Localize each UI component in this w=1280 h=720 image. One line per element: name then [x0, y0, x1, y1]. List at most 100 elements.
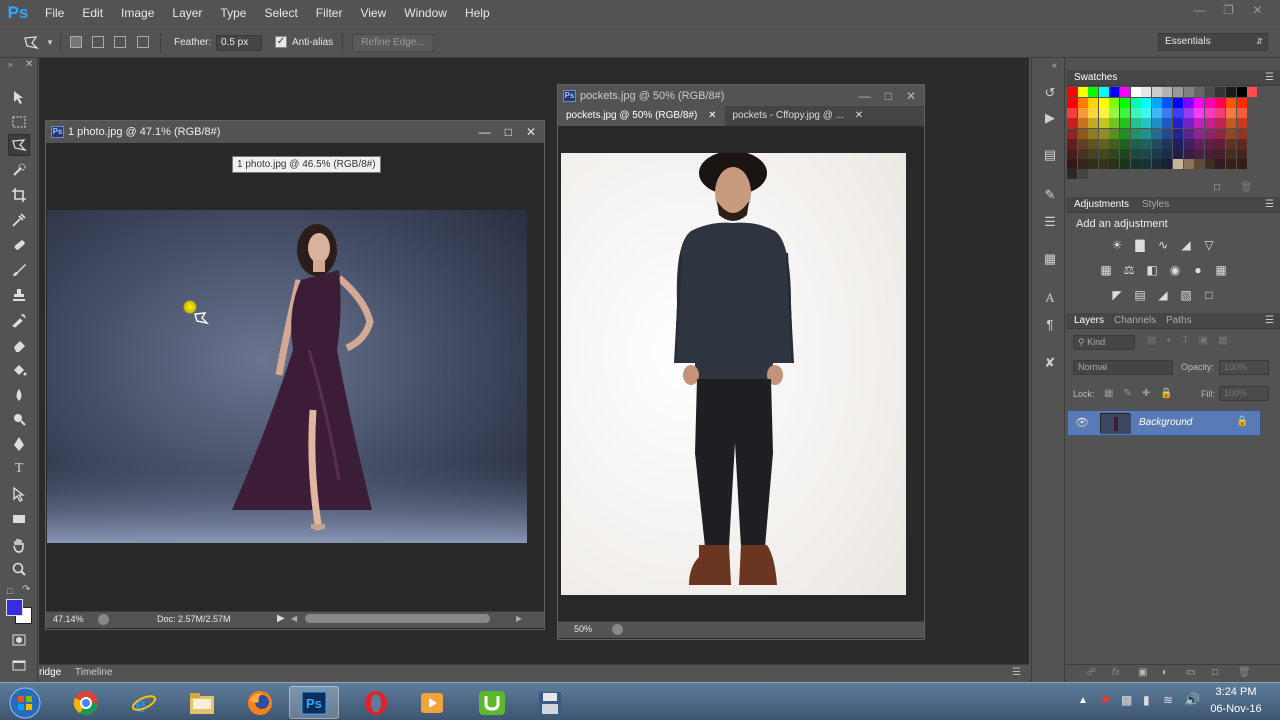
rectangle-tool-icon[interactable]: [8, 508, 30, 530]
color-swatch[interactable]: [1226, 108, 1236, 119]
tray-device-icon[interactable]: ▩: [1121, 693, 1132, 707]
color-swatch[interactable]: [1204, 128, 1215, 139]
color-swatch[interactable]: [1141, 87, 1152, 97]
menu-filter[interactable]: Filter: [307, 0, 352, 26]
color-swatch[interactable]: [1204, 159, 1215, 169]
color-swatch[interactable]: [1130, 98, 1141, 108]
clock-time[interactable]: 3:24 PM: [1204, 686, 1268, 698]
hue-saturation-icon[interactable]: ▦: [1099, 263, 1113, 277]
delete-layer-icon[interactable]: 🗑: [1238, 667, 1251, 678]
panel-menu-icon[interactable]: ☰: [1265, 315, 1274, 326]
color-swatch[interactable]: [1088, 98, 1099, 108]
history-icon[interactable]: ↺: [1041, 84, 1059, 102]
color-swatch[interactable]: [1109, 87, 1120, 97]
tools-crossed-icon[interactable]: ✘: [1041, 354, 1059, 372]
color-swatch[interactable]: [1141, 128, 1152, 139]
color-swatch[interactable]: [1215, 128, 1226, 139]
menu-select[interactable]: Select: [255, 0, 306, 26]
menu-edit[interactable]: Edit: [73, 0, 112, 26]
document-titlebar[interactable]: Ps 1 photo.jpg @ 47.1% (RGB/8#) — □ ✕: [46, 121, 544, 143]
pen-tool-icon[interactable]: [8, 433, 30, 455]
layer-filter-kind[interactable]: ⚲ Kind: [1073, 335, 1135, 350]
zoom-level[interactable]: 47.14%: [53, 614, 84, 624]
color-swatch[interactable]: [1215, 108, 1226, 119]
new-layer-icon[interactable]: □: [1212, 667, 1218, 678]
panel-menu-icon[interactable]: ☰: [1012, 667, 1021, 678]
color-swatch[interactable]: [1236, 128, 1247, 139]
color-swatch[interactable]: [1120, 98, 1130, 108]
color-swatch[interactable]: [1098, 108, 1109, 119]
color-swatch[interactable]: [1151, 87, 1162, 97]
antialias-checkbox[interactable]: ✓: [275, 36, 287, 48]
color-swatch[interactable]: [1109, 118, 1120, 129]
canvas-image-man-sweater[interactable]: [561, 153, 906, 595]
blur-tool-icon[interactable]: [8, 384, 30, 406]
tab-timeline[interactable]: Timeline: [75, 667, 112, 678]
collapse-icon[interactable]: »: [8, 60, 12, 69]
threshold-icon[interactable]: ◢: [1156, 288, 1170, 302]
swap-colors-icon[interactable]: ↷: [22, 584, 30, 595]
eraser-tool-icon[interactable]: [8, 334, 30, 356]
subtract-selection-icon[interactable]: [114, 36, 126, 48]
hand-tool-icon[interactable]: [8, 534, 30, 556]
color-swatch[interactable]: [1215, 118, 1226, 129]
maximize-icon[interactable]: □: [885, 89, 892, 103]
color-swatch[interactable]: [1173, 98, 1183, 108]
color-swatch[interactable]: [1183, 128, 1194, 139]
wifi-signal-icon[interactable]: ≋: [1163, 693, 1173, 707]
fill-input[interactable]: 100%: [1219, 386, 1269, 401]
color-swatch[interactable]: [1162, 159, 1173, 170]
network-icon[interactable]: ▮: [1143, 693, 1150, 707]
color-swatch[interactable]: [1236, 159, 1247, 170]
path-selection-tool-icon[interactable]: [8, 483, 30, 505]
color-swatch[interactable]: [1226, 138, 1236, 149]
color-swatch[interactable]: [1077, 87, 1088, 97]
color-swatch[interactable]: [1141, 108, 1152, 119]
color-swatch[interactable]: [1226, 87, 1236, 97]
color-swatch[interactable]: [1226, 118, 1236, 129]
color-swatch[interactable]: [1077, 128, 1088, 139]
menu-image[interactable]: Image: [112, 0, 163, 26]
paragraph-icon[interactable]: ¶: [1041, 316, 1059, 334]
tab-pockets[interactable]: pockets.jpg @ 50% (RGB/8#) ✕: [558, 106, 725, 126]
workspace-select[interactable]: Essentials ⇵: [1158, 33, 1268, 51]
color-swatch[interactable]: [1173, 118, 1183, 129]
eyedropper-tool-icon[interactable]: [8, 209, 30, 231]
color-swatch[interactable]: [1130, 87, 1141, 97]
chevron-down-icon[interactable]: ▼: [46, 38, 54, 47]
color-swatch[interactable]: [1067, 128, 1077, 139]
color-swatch[interactable]: [1173, 108, 1183, 119]
new-group-icon[interactable]: ▭: [1186, 667, 1195, 678]
scroll-left-icon[interactable]: ◀: [291, 614, 297, 623]
color-swatch[interactable]: [1183, 98, 1194, 108]
swatch-grid[interactable]: [1067, 87, 1259, 179]
horizontal-scrollbar[interactable]: [305, 614, 490, 623]
delete-swatch-icon[interactable]: 🗑: [1240, 182, 1253, 193]
firefox-icon[interactable]: [235, 686, 285, 719]
close-icon[interactable]: ✕: [906, 89, 916, 103]
color-swatch[interactable]: [1183, 138, 1194, 149]
color-swatch[interactable]: [1162, 149, 1173, 159]
color-swatch[interactable]: [1067, 159, 1077, 170]
restore-button[interactable]: ❐: [1214, 0, 1243, 20]
refine-edge-button[interactable]: Refine Edge...: [352, 34, 434, 52]
color-swatch[interactable]: [1173, 149, 1183, 159]
menu-type[interactable]: Type: [211, 0, 255, 26]
blend-mode-select[interactable]: Normal: [1073, 360, 1173, 375]
color-swatch[interactable]: [1162, 118, 1173, 129]
color-swatch[interactable]: [1120, 87, 1130, 97]
menu-file[interactable]: File: [36, 0, 73, 26]
color-swatch[interactable]: [1204, 87, 1215, 97]
default-colors-icon[interactable]: □: [7, 586, 12, 596]
history-brush-tool-icon[interactable]: [8, 309, 30, 331]
color-swatch[interactable]: [1226, 128, 1236, 139]
color-swatch[interactable]: [1098, 159, 1109, 170]
color-swatch[interactable]: [1067, 108, 1077, 119]
tab-paths[interactable]: Paths: [1166, 315, 1192, 326]
color-swatch[interactable]: [1098, 98, 1109, 108]
color-lookup-icon[interactable]: ▦: [1214, 263, 1228, 277]
opera-icon[interactable]: [351, 686, 401, 719]
intersect-selection-icon[interactable]: [137, 36, 149, 48]
color-swatch[interactable]: [1109, 159, 1120, 170]
screen-mode-icon[interactable]: [8, 654, 30, 676]
